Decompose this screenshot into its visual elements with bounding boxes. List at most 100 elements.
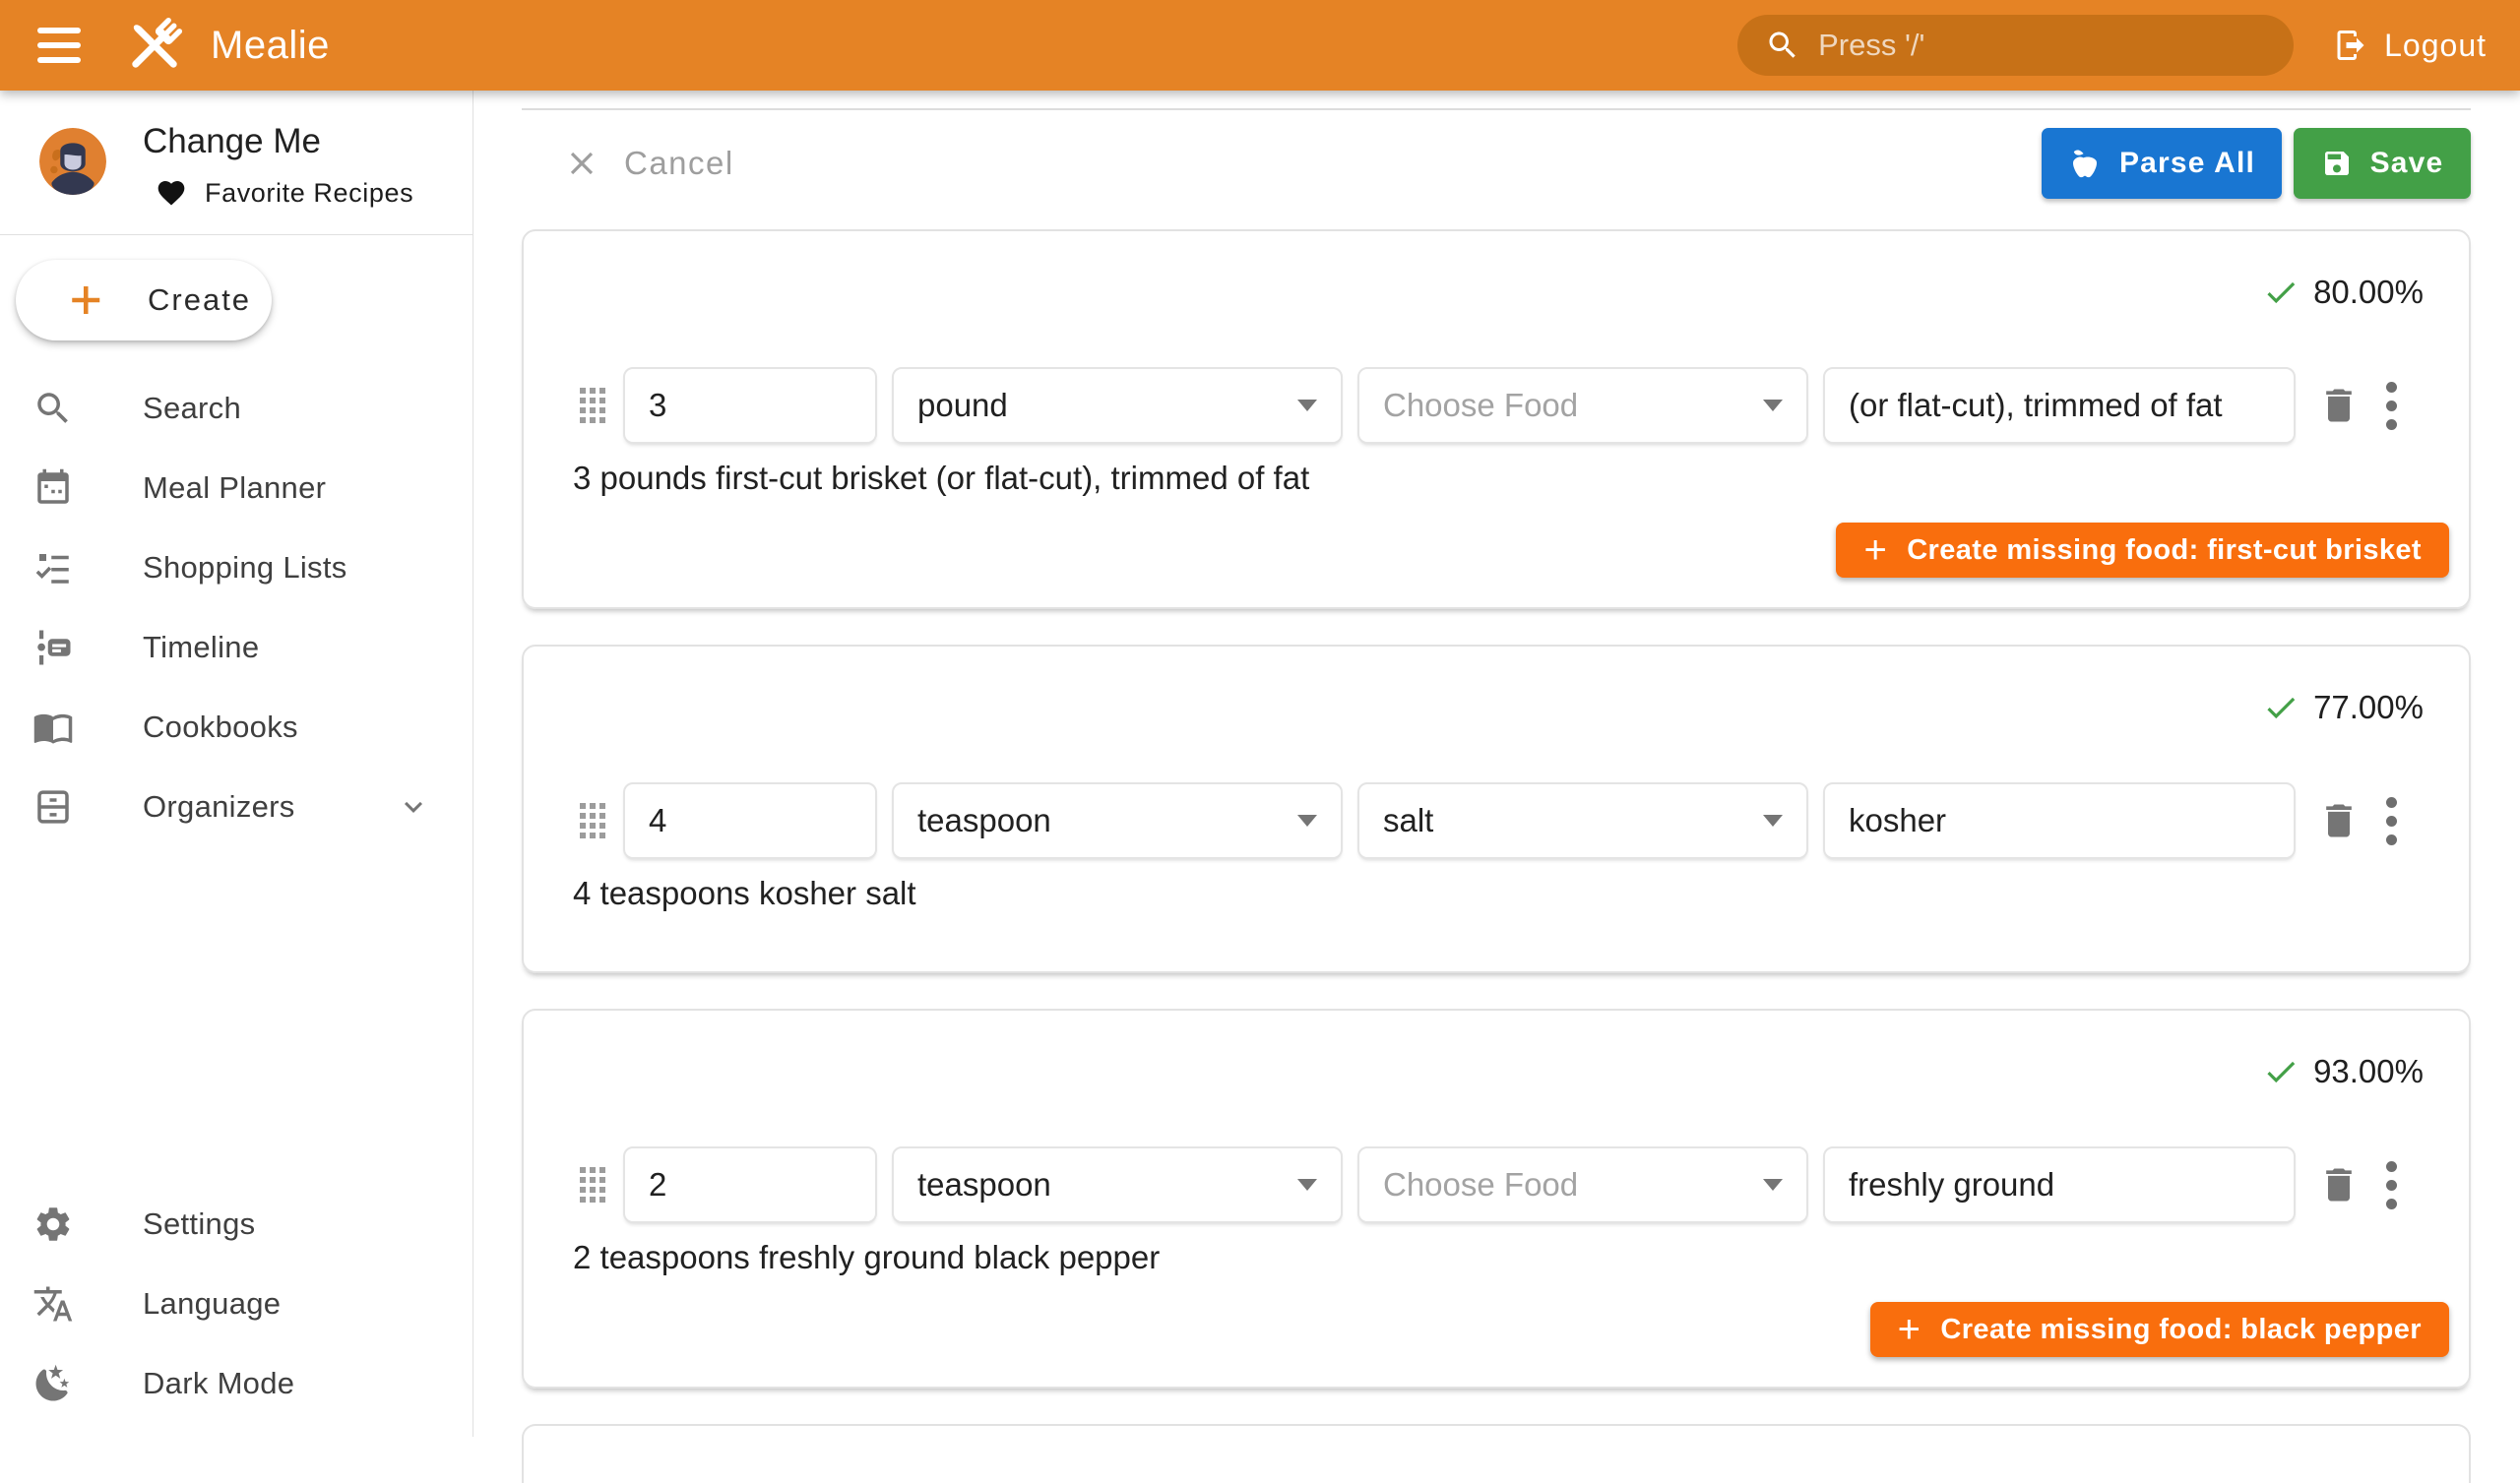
profile-section: Change Me Favorite Recipes bbox=[0, 91, 472, 234]
checklist-icon bbox=[32, 547, 74, 588]
favorite-recipes-link[interactable]: Favorite Recipes bbox=[156, 177, 413, 209]
sidebar-item-cookbooks[interactable]: Cookbooks bbox=[0, 687, 472, 767]
sidebar-item-label: Dark Mode bbox=[143, 1366, 294, 1401]
sidebar-item-label: Language bbox=[143, 1286, 281, 1322]
quantity-input[interactable] bbox=[623, 782, 877, 859]
chevron-down-icon bbox=[396, 789, 431, 825]
food-placeholder: Choose Food bbox=[1383, 1166, 1578, 1204]
sidebar-item-shopping-lists[interactable]: Shopping Lists bbox=[0, 527, 472, 607]
food-select[interactable]: Choose Food bbox=[1357, 1146, 1808, 1223]
dropdown-caret-icon bbox=[1297, 1179, 1317, 1191]
main-content: Cancel Parse All Save 80 bbox=[473, 91, 2520, 1437]
quantity-input[interactable] bbox=[623, 1146, 877, 1223]
app-bar: Mealie Press '/' Logout bbox=[0, 0, 2520, 91]
close-icon bbox=[563, 145, 600, 182]
sidebar-item-label: Meal Planner bbox=[143, 470, 326, 506]
logout-label: Logout bbox=[2384, 28, 2487, 64]
unit-select[interactable]: teaspoon bbox=[892, 782, 1343, 859]
unit-select[interactable]: teaspoon bbox=[892, 1146, 1343, 1223]
dropdown-caret-icon bbox=[1763, 815, 1783, 827]
save-button[interactable]: Save bbox=[2294, 128, 2471, 199]
sidebar-item-settings[interactable]: Settings bbox=[0, 1184, 472, 1264]
confidence-value: 77.00% bbox=[2313, 689, 2424, 726]
search-icon bbox=[1765, 28, 1800, 63]
food-select[interactable]: salt bbox=[1357, 782, 1808, 859]
sidebar-item-label: Organizers bbox=[143, 789, 295, 825]
avatar[interactable] bbox=[39, 128, 106, 195]
sidebar-item-label: Timeline bbox=[143, 630, 259, 665]
ingredient-card-partial bbox=[522, 1424, 2471, 1483]
menu-icon[interactable] bbox=[37, 23, 94, 68]
sidebar-item-search[interactable]: Search bbox=[0, 368, 472, 448]
unit-value: pound bbox=[917, 387, 1008, 424]
note-input[interactable] bbox=[1823, 367, 2296, 444]
timeline-icon bbox=[32, 627, 74, 668]
sidebar-item-meal-planner[interactable]: Meal Planner bbox=[0, 448, 472, 527]
sidebar-item-label: Search bbox=[143, 391, 241, 426]
drag-handle[interactable] bbox=[580, 1167, 605, 1203]
sidebar-item-language[interactable]: Language bbox=[0, 1264, 472, 1343]
sidebar-item-dark-mode[interactable]: Dark Mode bbox=[0, 1343, 472, 1423]
parser-toolbar: Cancel Parse All Save bbox=[522, 110, 2471, 216]
drag-handle[interactable] bbox=[580, 388, 605, 423]
ingredient-card: 93.00% teaspoon Choose Food 2 bbox=[522, 1009, 2471, 1389]
profile-name[interactable]: Change Me bbox=[143, 122, 321, 161]
create-missing-food-button[interactable]: + Create missing food: first-cut brisket bbox=[1836, 523, 2449, 578]
cancel-label: Cancel bbox=[624, 145, 734, 182]
original-ingredient-text: 3 pounds first-cut brisket (or flat-cut)… bbox=[573, 458, 2469, 499]
search-placeholder: Press '/' bbox=[1818, 28, 1924, 63]
trash-icon[interactable] bbox=[2317, 1163, 2361, 1206]
unit-value: teaspoon bbox=[917, 1166, 1051, 1204]
more-options-icon[interactable] bbox=[2386, 1161, 2398, 1209]
more-options-icon[interactable] bbox=[2386, 797, 2398, 845]
dropdown-caret-icon bbox=[1297, 815, 1317, 827]
confidence-value: 93.00% bbox=[2313, 1053, 2424, 1090]
create-missing-food-label: Create missing food: first-cut brisket bbox=[1907, 534, 2422, 567]
check-icon bbox=[2262, 274, 2300, 311]
food-select[interactable]: Choose Food bbox=[1357, 367, 1808, 444]
ingredient-card: 77.00% teaspoon salt 4 teaspoo bbox=[522, 645, 2471, 973]
ingredient-card: 80.00% pound Choose Food 3 pou bbox=[522, 229, 2471, 609]
favorite-recipes-label: Favorite Recipes bbox=[205, 178, 413, 209]
calendar-icon bbox=[32, 467, 74, 509]
note-input[interactable] bbox=[1823, 1146, 2296, 1223]
original-ingredient-text: 2 teaspoons freshly ground black pepper bbox=[573, 1237, 2469, 1278]
create-missing-food-label: Create missing food: black pepper bbox=[1940, 1314, 2422, 1346]
note-input[interactable] bbox=[1823, 782, 2296, 859]
check-icon bbox=[2262, 689, 2300, 726]
parse-all-label: Parse All bbox=[2119, 147, 2255, 180]
global-search-input[interactable]: Press '/' bbox=[1737, 15, 2294, 76]
logout-button[interactable]: Logout bbox=[2333, 28, 2487, 64]
gear-icon bbox=[32, 1204, 74, 1245]
apple-icon bbox=[2068, 147, 2102, 180]
logout-icon bbox=[2333, 28, 2368, 63]
check-icon bbox=[2262, 1053, 2300, 1090]
plus-icon bbox=[67, 279, 108, 321]
confidence-value: 80.00% bbox=[2313, 274, 2424, 311]
create-button[interactable]: Create bbox=[16, 260, 272, 340]
sidebar-item-label: Shopping Lists bbox=[143, 550, 347, 586]
quantity-input[interactable] bbox=[623, 367, 877, 444]
create-missing-food-button[interactable]: + Create missing food: black pepper bbox=[1870, 1302, 2449, 1357]
sidebar-item-timeline[interactable]: Timeline bbox=[0, 607, 472, 687]
dropdown-caret-icon bbox=[1763, 400, 1783, 411]
trash-icon[interactable] bbox=[2317, 384, 2361, 427]
dropdown-caret-icon bbox=[1763, 1179, 1783, 1191]
sidebar-item-label: Cookbooks bbox=[143, 710, 298, 745]
food-placeholder: Choose Food bbox=[1383, 387, 1578, 424]
food-value: salt bbox=[1383, 802, 1433, 839]
app-title: Mealie bbox=[211, 24, 330, 68]
search-icon bbox=[32, 388, 74, 429]
parse-all-button[interactable]: Parse All bbox=[2042, 128, 2282, 199]
heart-icon bbox=[156, 177, 187, 209]
unit-select[interactable]: pound bbox=[892, 367, 1343, 444]
cancel-button[interactable]: Cancel bbox=[563, 145, 734, 182]
drag-handle[interactable] bbox=[580, 803, 605, 838]
more-options-icon[interactable] bbox=[2386, 382, 2398, 430]
dropdown-caret-icon bbox=[1297, 400, 1317, 411]
sidebar-item-label: Settings bbox=[143, 1206, 255, 1242]
mealie-logo-icon bbox=[122, 13, 187, 78]
sidebar-item-organizers[interactable]: Organizers bbox=[0, 767, 472, 846]
trash-icon[interactable] bbox=[2317, 799, 2361, 842]
drawer-icon bbox=[32, 786, 74, 828]
